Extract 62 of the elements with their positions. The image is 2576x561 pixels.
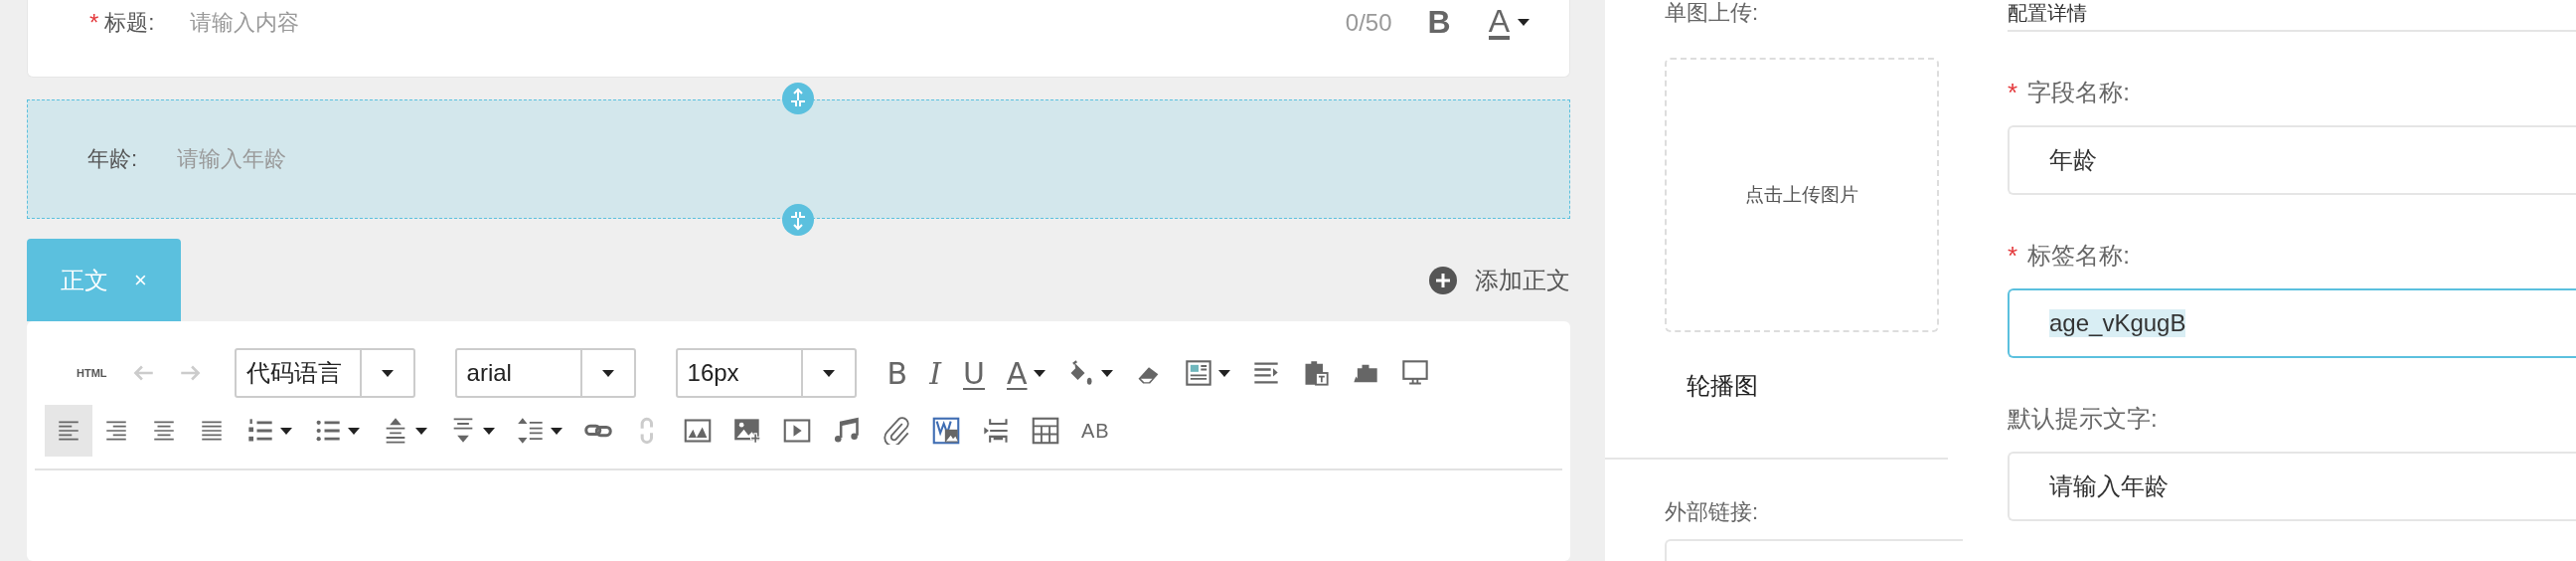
dropdown-select[interactable]: 16px bbox=[675, 348, 857, 398]
music-icon bbox=[833, 417, 861, 445]
dropdown-select[interactable]: arial bbox=[454, 348, 636, 398]
text-input[interactable]: 年龄 bbox=[2008, 125, 2576, 195]
caret-icon bbox=[280, 427, 292, 435]
ordered-list-icon bbox=[246, 417, 274, 445]
caret-icon bbox=[1217, 369, 1230, 377]
justify-icon bbox=[199, 418, 225, 444]
page-break-icon bbox=[982, 417, 1010, 445]
line-height-icon bbox=[517, 417, 545, 445]
monitor-icon bbox=[1400, 359, 1429, 387]
carousel-label: 轮播图 bbox=[1686, 371, 1759, 401]
required-mark: * bbox=[89, 8, 99, 37]
required-mark: * bbox=[2008, 77, 2018, 108]
drag-handle-icon[interactable] bbox=[782, 83, 814, 114]
bold-button[interactable]: B bbox=[876, 347, 919, 399]
bold-button[interactable]: B bbox=[1427, 4, 1489, 41]
text-input[interactable]: age_vKgugB bbox=[2008, 288, 2576, 358]
caret-icon bbox=[822, 369, 835, 377]
caret-icon bbox=[415, 427, 427, 435]
required-mark: * bbox=[2008, 240, 2018, 272]
field-label: 标签名称: bbox=[2027, 241, 2130, 271]
plus-circle-icon bbox=[1429, 266, 1457, 294]
video-icon bbox=[783, 417, 811, 445]
spellcheck-button[interactable]: AB bbox=[1070, 405, 1121, 457]
caret-icon bbox=[1033, 369, 1046, 377]
html-button[interactable]: HTML bbox=[63, 347, 119, 399]
add-body-link[interactable]: 添加正文 bbox=[1429, 264, 1570, 296]
font-color-button[interactable]: A bbox=[995, 347, 1056, 399]
field-label: 默认提示文字: bbox=[2008, 404, 2158, 434]
age-field-block[interactable]: 年龄: 请输入年龄 bbox=[27, 99, 1570, 219]
font-color-button[interactable]: A bbox=[1488, 5, 1569, 40]
field-label: 标题: bbox=[104, 8, 155, 37]
template-icon bbox=[1184, 359, 1212, 387]
image-icon bbox=[684, 417, 712, 445]
caret-icon bbox=[483, 427, 495, 435]
panel-heading: 配置详情 bbox=[2008, 0, 2576, 32]
character-counter: 0/50 bbox=[1345, 8, 1392, 37]
caret-icon bbox=[1100, 369, 1113, 377]
text-input[interactable]: 请输入年龄 bbox=[2008, 452, 2576, 521]
italic-button[interactable]: I bbox=[918, 347, 952, 399]
field-label: 字段名称: bbox=[2027, 78, 2130, 107]
field-label: 年龄: bbox=[87, 145, 138, 173]
image-upload-area[interactable]: 点击上传图片 bbox=[1665, 58, 1939, 332]
field-label: 单图上传: bbox=[1664, 0, 1760, 27]
word-image-icon bbox=[932, 417, 960, 445]
align-right-icon bbox=[103, 418, 129, 444]
align-left-icon bbox=[56, 418, 81, 444]
caret-icon bbox=[381, 369, 394, 377]
caret-icon bbox=[601, 369, 614, 377]
paperclip-icon bbox=[883, 417, 910, 445]
caret-icon bbox=[551, 427, 563, 435]
dropdown-select[interactable]: 代码语言 bbox=[234, 348, 415, 398]
drag-handle-icon[interactable] bbox=[782, 204, 814, 236]
image-add-icon bbox=[733, 417, 761, 445]
table-icon bbox=[1032, 417, 1059, 445]
caret-icon bbox=[348, 427, 360, 435]
underline-button[interactable]: U bbox=[952, 347, 996, 399]
field-label: 外部链接: bbox=[1664, 498, 1760, 526]
align-center-icon bbox=[151, 418, 177, 444]
align-left-button[interactable] bbox=[45, 405, 92, 457]
caret-icon bbox=[1518, 19, 1530, 26]
